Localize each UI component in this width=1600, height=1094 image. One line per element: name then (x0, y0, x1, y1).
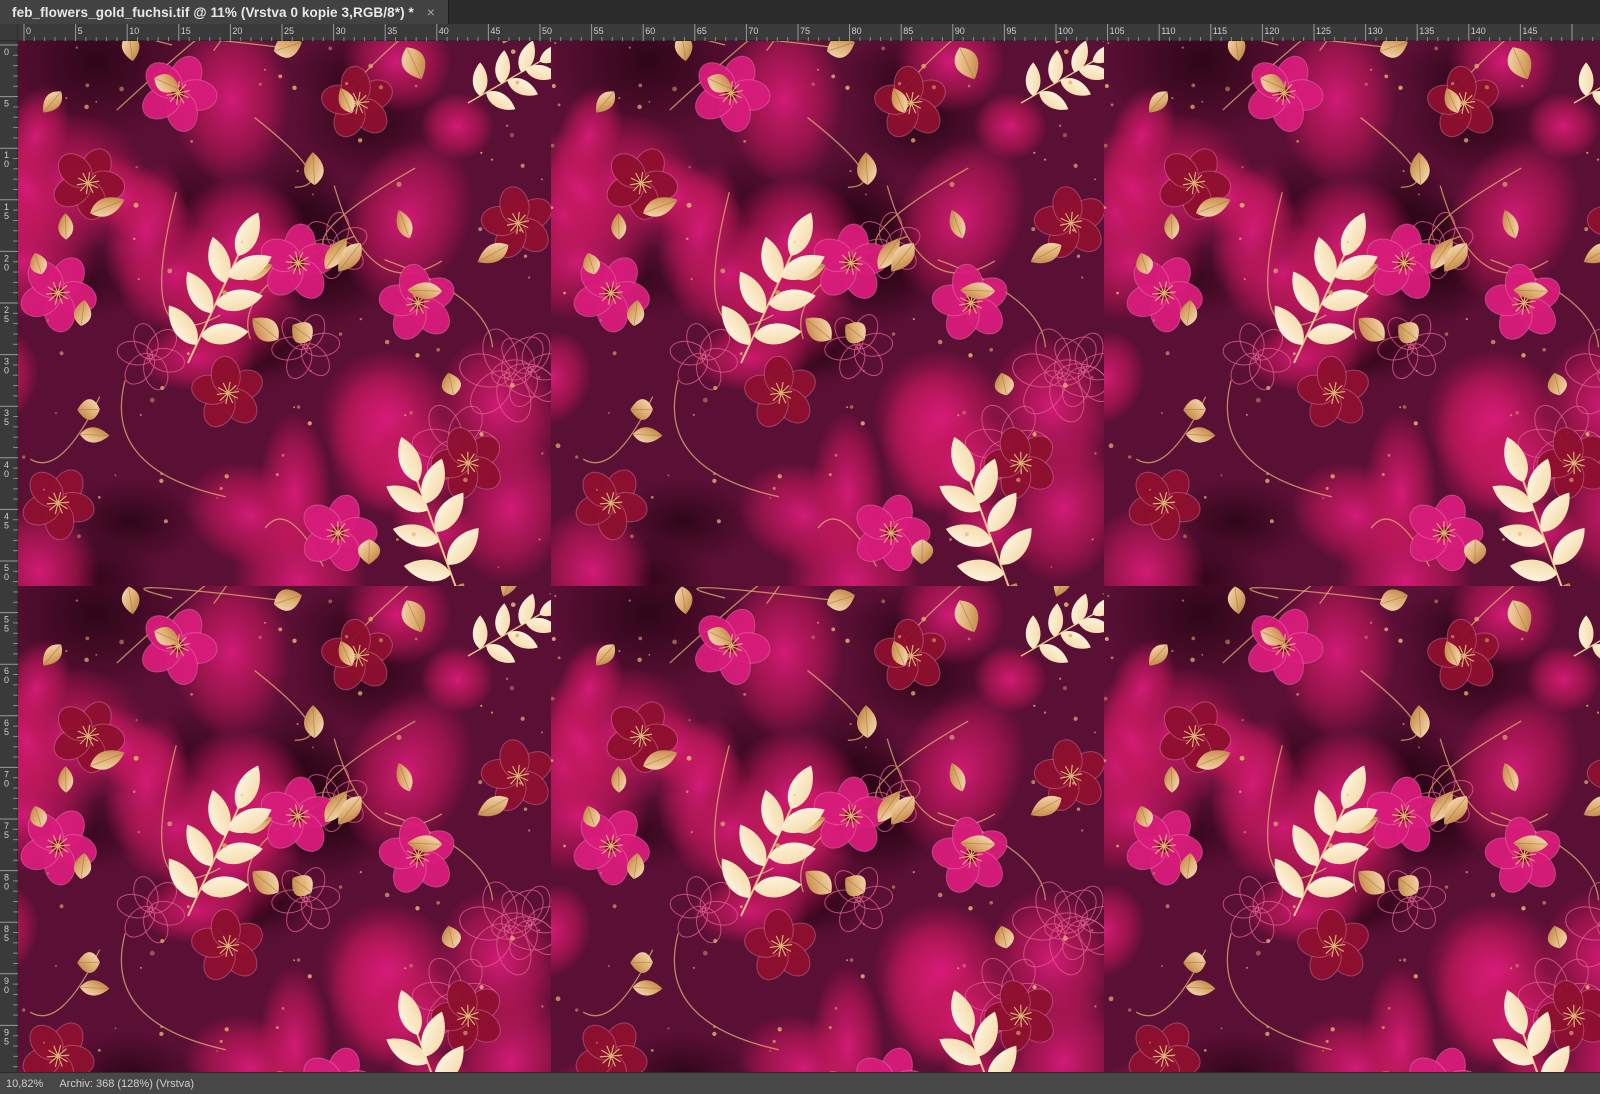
ruler-label-h: 135 (1419, 26, 1434, 36)
ruler-label-h: 5 (78, 26, 83, 36)
ruler-label-v: 0 (4, 159, 9, 169)
ruler-label-h: 15 (181, 26, 191, 36)
document-tab[interactable]: feb_flowers_gold_fuchsi.tif @ 11% (Vrstv… (0, 0, 449, 24)
ruler-label-h: 0 (26, 26, 31, 36)
ruler-label-h: 100 (1058, 26, 1073, 36)
ruler-label-h: 115 (1213, 26, 1227, 36)
ruler-label-v: 0 (4, 572, 9, 582)
ruler-label-h: 65 (697, 26, 707, 36)
ruler-label-v: 0 (4, 675, 9, 685)
ruler-label-v: 0 (4, 882, 9, 892)
vertical-ruler-ticks: 05101520253035404550556065707580859095 (0, 44, 18, 1068)
ruler-origin-corner[interactable] (0, 24, 18, 41)
floral-pattern-artwork (18, 41, 1600, 1072)
ruler-label-h: 70 (748, 26, 758, 36)
ruler-label-h: 35 (387, 26, 397, 36)
photoshop-document-window: feb_flowers_gold_fuchsi.tif @ 11% (Vrstv… (0, 0, 1600, 1094)
ruler-label-h: 50 (542, 26, 552, 36)
ruler-label-h: 55 (594, 26, 604, 36)
ruler-label-h: 20 (232, 26, 242, 36)
vertical-ruler[interactable]: 05101520253035404550556065707580859095 (0, 41, 18, 1072)
close-tab-icon[interactable]: × (424, 5, 438, 19)
ruler-label-h: 95 (1006, 26, 1016, 36)
ruler-label-h: 10 (129, 26, 139, 36)
ruler-label-v: 5 (4, 417, 9, 427)
ruler-label-v: 5 (4, 624, 9, 634)
ruler-label-h: 140 (1471, 26, 1486, 36)
ruler-label-h: 45 (490, 26, 500, 36)
ruler-label-h: 30 (336, 26, 346, 36)
ruler-label-h: 105 (1110, 26, 1125, 36)
ruler-label-h: 85 (903, 26, 913, 36)
ruler-label-v: 5 (4, 314, 9, 324)
ruler-label-h: 60 (645, 26, 655, 36)
ruler-label-h: 145 (1522, 26, 1537, 36)
ruler-label-h: 110 (1161, 26, 1175, 36)
ruler-label-v: 5 (4, 99, 9, 109)
ruler-label-v: 5 (4, 1036, 9, 1046)
horizontal-ruler-ticks: 0 5 10 15 20 25 30 35 40 45 50 55 60 65 70 75 80 85 90 95 10… (23, 24, 1594, 41)
ruler-label-v: 5 (4, 933, 9, 943)
ruler-label-v: 5 (4, 211, 9, 221)
ruler-label-h: 125 (1316, 26, 1331, 36)
status-bar: 10,82% Archiv: 368 (128%) (Vrstva) (0, 1072, 1600, 1094)
ruler-label-v: 5 (4, 727, 9, 737)
ruler-label-v: 0 (4, 366, 9, 376)
pattern-fill (18, 41, 1600, 1072)
ruler-label-h: 80 (852, 26, 862, 36)
ruler-label-v: 0 (4, 778, 9, 788)
ruler-label-h: 25 (284, 26, 294, 36)
ruler-label-v: 0 (4, 47, 9, 57)
ruler-label-h: 130 (1368, 26, 1383, 36)
document-tab-bar: feb_flowers_gold_fuchsi.tif @ 11% (Vrstv… (0, 0, 1600, 25)
ruler-label-v: 0 (4, 469, 9, 479)
ruler-label-v: 5 (4, 520, 9, 530)
ruler-label-h: 75 (800, 26, 810, 36)
ruler-label-h: 40 (439, 26, 449, 36)
document-canvas[interactable] (18, 41, 1600, 1072)
zoom-level[interactable]: 10,82% (6, 1078, 43, 1090)
document-tab-title: feb_flowers_gold_fuchsi.tif @ 11% (Vrstv… (12, 4, 414, 20)
ruler-label-v: 5 (4, 830, 9, 840)
document-info[interactable]: Archiv: 368 (128%) (Vrstva) (59, 1078, 194, 1090)
ruler-label-v: 0 (4, 985, 9, 995)
horizontal-ruler[interactable]: 0 5 10 15 20 25 30 35 40 45 50 55 60 65 70 75 80 85 90 95 10… (18, 24, 1600, 41)
ruler-label-h: 120 (1264, 26, 1279, 36)
ruler-label-h: 90 (955, 26, 965, 36)
ruler-label-v: 0 (4, 262, 9, 272)
